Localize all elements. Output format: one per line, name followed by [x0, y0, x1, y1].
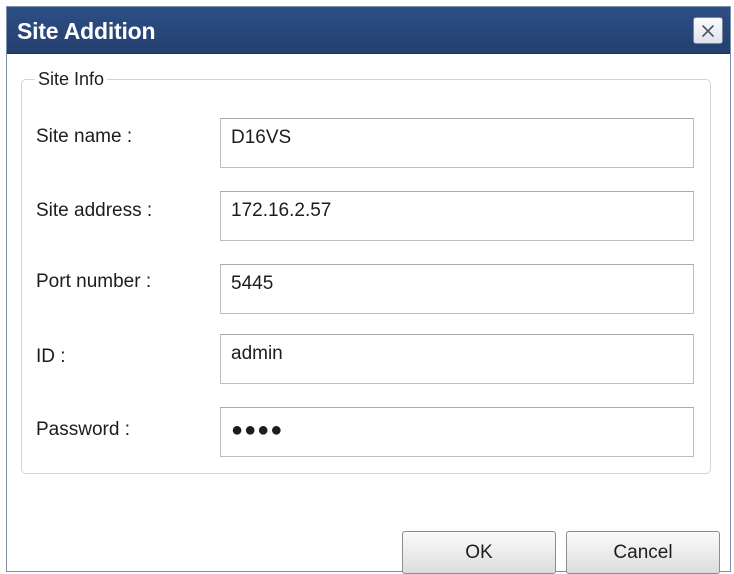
- port-number-value: 5445: [231, 273, 274, 294]
- id-label: ID :: [36, 346, 66, 367]
- ok-button[interactable]: OK: [402, 531, 556, 574]
- password-label: Password :: [36, 419, 130, 440]
- port-number-field[interactable]: 5445: [220, 264, 694, 314]
- id-field[interactable]: admin: [220, 334, 694, 384]
- password-field[interactable]: ●●●●: [220, 407, 694, 457]
- close-button[interactable]: [693, 17, 723, 44]
- site-name-value: D16VS: [231, 127, 292, 148]
- close-icon: [702, 24, 714, 37]
- site-info-legend: Site Info: [35, 69, 108, 90]
- dialog-title: Site Addition: [17, 18, 156, 44]
- password-value: ●●●●: [231, 419, 284, 441]
- title-bar[interactable]: Site Addition: [7, 7, 730, 54]
- site-address-value: 172.16.2.57: [231, 200, 332, 221]
- port-number-label: Port number :: [36, 271, 152, 292]
- site-address-field[interactable]: 172.16.2.57: [220, 191, 694, 241]
- site-address-label: Site address :: [36, 200, 153, 221]
- site-name-field[interactable]: D16VS: [220, 118, 694, 168]
- site-name-label: Site name :: [36, 126, 133, 147]
- cancel-button[interactable]: Cancel: [566, 531, 720, 574]
- id-value: admin: [231, 343, 283, 364]
- site-info-group: Site Info Site name : D16VS Site address…: [21, 69, 711, 474]
